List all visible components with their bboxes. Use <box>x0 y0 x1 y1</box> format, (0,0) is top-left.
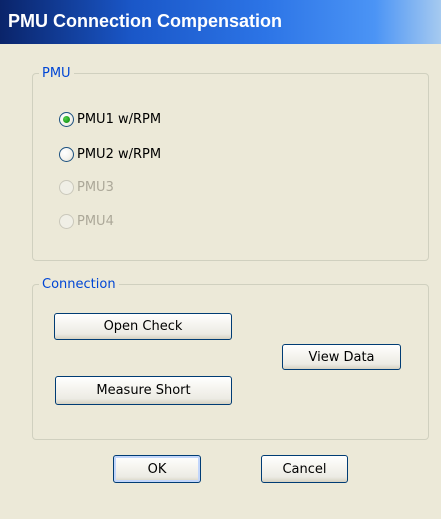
radio-pmu1-label[interactable]: PMU1 w/RPM <box>77 112 161 127</box>
pmu-group-legend: PMU <box>42 66 71 81</box>
radio-disabled-icon <box>59 213 74 229</box>
radio-pmu3-label: PMU3 <box>77 179 114 195</box>
radio-pmu1[interactable]: PMU1 w/RPM <box>59 110 161 128</box>
cancel-button[interactable]: Cancel <box>261 455 348 483</box>
radio-pmu2-label[interactable]: PMU2 w/RPM <box>77 147 161 162</box>
ok-button[interactable]: OK <box>113 455 201 483</box>
window-title: PMU Connection Compensation <box>8 11 282 31</box>
radio-pmu3: PMU3 <box>59 178 114 196</box>
radio-pmu2[interactable]: PMU2 w/RPM <box>59 145 161 163</box>
radio-unselected-icon[interactable] <box>59 146 74 162</box>
connection-group-legend: Connection <box>42 277 116 292</box>
pmu-group: PMU <box>32 66 429 261</box>
view-data-button[interactable]: View Data <box>282 344 401 370</box>
radio-pmu4: PMU4 <box>59 212 114 230</box>
title-bar[interactable]: PMU Connection Compensation <box>0 0 441 44</box>
radio-pmu4-label: PMU4 <box>77 213 114 229</box>
measure-short-button[interactable]: Measure Short <box>55 376 232 405</box>
open-check-button[interactable]: Open Check <box>54 313 232 340</box>
radio-selected-icon[interactable] <box>59 111 74 127</box>
radio-disabled-icon <box>59 179 74 195</box>
radio-dot-icon <box>63 115 70 123</box>
pmu-connection-compensation-dialog: PMU Connection Compensation PMU PMU1 w/R… <box>0 0 441 519</box>
